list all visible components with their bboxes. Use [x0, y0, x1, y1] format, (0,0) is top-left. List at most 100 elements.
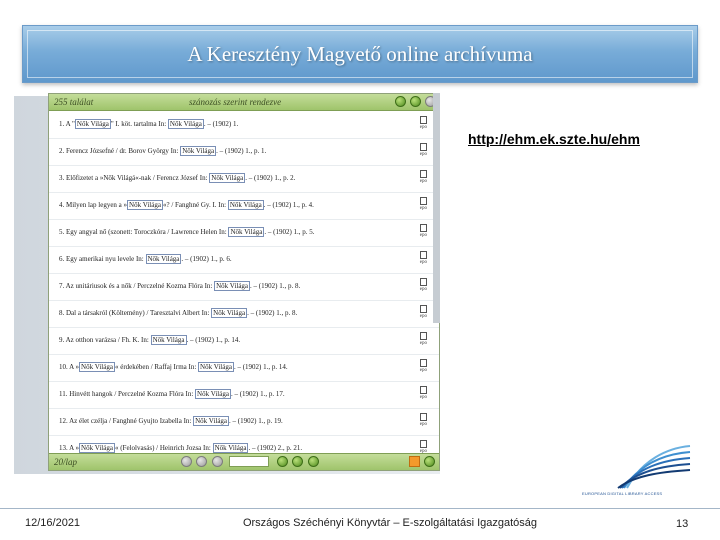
format-label: epo [419, 125, 427, 130]
document-icon [419, 413, 427, 421]
journal-tag[interactable]: Nők Világa [228, 227, 265, 237]
result-text: 6. Egy amerikai nyu levele In: Nők Világ… [59, 254, 232, 264]
result-row[interactable]: 11. Hinvétt hangok / Perczelné Kozma Fló… [49, 382, 439, 409]
result-text-part: 9. Az otthon varázsa / Fh. K. In: [59, 336, 151, 344]
result-text-part: 4. Milyen lap legyen a » [59, 201, 128, 209]
result-text-part: 5. Egy angyal nő (szonett: Toroczkóra / … [59, 228, 229, 236]
journal-tag[interactable]: Nők Világa [150, 335, 187, 345]
result-row[interactable]: 9. Az otthon varázsa / Fh. K. In: Nők Vi… [49, 328, 439, 355]
journal-tag[interactable]: Nők Világa [214, 281, 251, 291]
document-icon-group[interactable]: epo [420, 359, 427, 373]
journal-tag[interactable]: Nők Világa [211, 308, 248, 318]
result-text-part: «? / Fanghné Gy. I. In: [162, 201, 228, 209]
result-text-part: 7. Az unitáriusok és a nők / Perczelné K… [59, 282, 215, 290]
result-row[interactable]: 8. Dal a társakról (Költemény) / Tareszt… [49, 301, 439, 328]
format-label: epo [419, 260, 427, 265]
document-icon-group[interactable]: epo [420, 170, 427, 184]
journal-tag[interactable]: Nők Világa [180, 146, 217, 156]
result-text: 4. Milyen lap legyen a » Nők Világa «? / F… [59, 200, 314, 210]
rss-icon[interactable] [408, 456, 420, 467]
result-text: 10. A » Nők Világa « érdekében / Raffaj Ir… [59, 362, 288, 372]
format-label: epo [419, 233, 427, 238]
result-text-part: " I. köt. tartalma In: [110, 120, 168, 128]
result-text-part: 13. A » [59, 444, 80, 452]
document-icon [419, 332, 427, 340]
document-icon [419, 251, 427, 259]
journal-tag[interactable]: Nők Világa [145, 254, 182, 264]
document-icon [419, 440, 427, 448]
result-text-part: 1. A " [59, 120, 75, 128]
first-page-icon[interactable] [181, 456, 192, 467]
journal-tag[interactable]: Nők Világa [79, 362, 115, 372]
result-row[interactable]: 5. Egy angyal nő (szonett: Toroczkóra / … [49, 220, 439, 247]
document-icon-group[interactable]: epo [420, 116, 427, 130]
result-text-part: . – (1902) 1. [203, 120, 239, 128]
journal-tag[interactable]: Nők Világa [167, 119, 204, 129]
footer-date: 12/16/2021 [25, 517, 81, 529]
title-banner: A Keresztény Magvető online archívuma [22, 25, 698, 83]
result-text-part: . – (1902) 1., p. 5. [264, 228, 315, 236]
prev-page-icon[interactable] [211, 456, 223, 467]
journal-tag[interactable]: Nők Világa [79, 443, 115, 453]
result-row[interactable]: 6. Egy amerikai nyu levele In: Nők Világ… [49, 247, 439, 274]
document-icon [419, 359, 427, 367]
result-row[interactable]: 4. Milyen lap legyen a » Nők Világa «? / F… [49, 193, 439, 220]
footer-divider [0, 508, 720, 509]
result-row[interactable]: 3. Előfizetet a »Nők Világá«-nak / Feren… [49, 166, 439, 193]
document-icon-group[interactable]: epo [420, 332, 427, 346]
result-row[interactable]: 10. A » Nők Világa « érdekében / Raffaj Ir… [49, 355, 439, 382]
scrollbar[interactable] [433, 93, 440, 323]
document-icon-group[interactable]: epo [420, 386, 427, 400]
slide-title: A Keresztény Magvető online archívuma [187, 42, 533, 66]
help-icon[interactable] [424, 456, 435, 467]
result-text-part: . – (1902) 1., p. 8. [250, 282, 301, 290]
result-row[interactable]: 2. Ferencz Józsefné / dr. Borov György I… [49, 139, 439, 166]
archive-url-link[interactable]: http://ehm.ek.szte.hu/ehm [468, 131, 640, 147]
document-icon [419, 170, 427, 178]
result-row[interactable]: 7. Az unitáriusok és a nők / Perczelné K… [49, 274, 439, 301]
journal-tag[interactable]: Nők Világa [74, 119, 111, 129]
footer-tools [408, 456, 435, 467]
format-label: epo [419, 422, 427, 427]
document-icon-group[interactable]: epo [420, 278, 427, 292]
result-text-part: . – (1902) 2., p. 21. [248, 444, 303, 452]
journal-tag[interactable]: Nők Világa [209, 173, 246, 183]
format-label: epo [419, 206, 427, 211]
document-icon-group[interactable]: epo [420, 143, 427, 157]
journal-tag[interactable]: Nők Világa [127, 200, 163, 210]
prev-fast-icon[interactable] [196, 456, 208, 467]
next-page-icon[interactable] [277, 456, 288, 467]
result-text: 3. Előfizetet a »Nők Világá«-nak / Feren… [59, 173, 295, 183]
result-text-part: . – (1902) 1., p. 14. [186, 336, 241, 344]
result-row[interactable]: 12. Az élet czélja / Fanghné Gyujto Izab… [49, 409, 439, 436]
back-icon[interactable] [409, 96, 421, 107]
result-text-part: 8. Dal a társakról (Költemény) / Tareszt… [59, 309, 212, 317]
result-text-part: . – (1902) 1., p. 17. [230, 390, 285, 398]
journal-tag[interactable]: Nők Világa [227, 200, 264, 210]
document-icon-group[interactable]: epo [420, 224, 427, 238]
page-input[interactable] [228, 456, 269, 467]
last-page-icon[interactable] [307, 456, 319, 467]
result-text: 8. Dal a társakról (Költemény) / Tareszt… [59, 308, 297, 318]
document-icon-group[interactable]: epo [420, 413, 427, 427]
document-icon-group[interactable]: epo [420, 305, 427, 319]
journal-tag[interactable]: Nők Világa [193, 416, 230, 426]
result-text-part: 3. Előfizetet a »Nők Világá«-nak / Feren… [59, 174, 210, 182]
journal-tag[interactable]: Nők Világa [195, 389, 231, 399]
journal-tag[interactable]: Nők Világa [198, 362, 234, 372]
result-row[interactable]: 1. A " Nők Világa " I. köt. tartalma In: N… [49, 112, 439, 139]
result-text-part: 10. A » [59, 363, 80, 371]
document-icon-group[interactable]: epo [420, 197, 427, 211]
format-label: epo [419, 341, 427, 346]
document-icon-group[interactable]: epo [420, 440, 427, 454]
result-text-part: . – (1902) 1., p. 6. [181, 255, 232, 263]
add-icon[interactable] [394, 96, 406, 107]
result-text-part: . – (1902) 1., p. 14. [233, 363, 288, 371]
next-fast-icon[interactable] [292, 456, 304, 467]
result-text-part: « érdekében / Raffaj Irma In: [114, 363, 199, 371]
journal-tag[interactable]: Nők Világa [212, 443, 249, 453]
result-text: 9. Az otthon varázsa / Fh. K. In: Nők Vi… [59, 335, 241, 345]
result-text-part: « (Felolvasás) / Heinrich Jozsa In: [114, 444, 213, 452]
document-icon-group[interactable]: epo [420, 251, 427, 265]
result-text: 1. A " Nők Világa " I. köt. tartalma In: N… [59, 119, 239, 129]
